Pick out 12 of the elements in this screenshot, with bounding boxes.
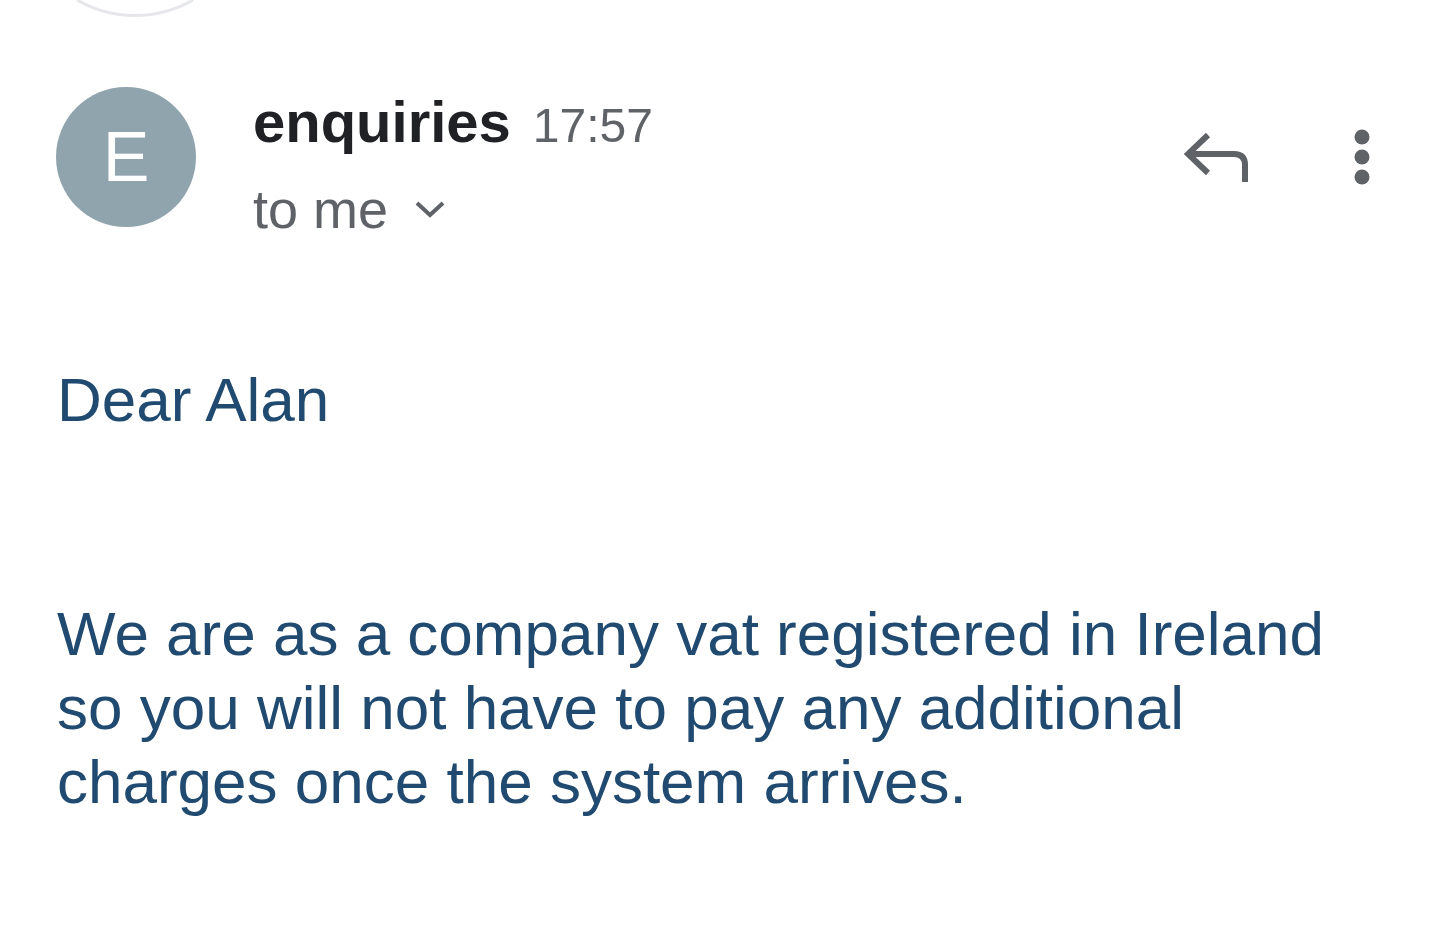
more-options-button[interactable] — [1354, 129, 1370, 185]
reply-button[interactable] — [1184, 132, 1248, 182]
greeting-text: Dear Alan — [57, 364, 331, 436]
avatar: E — [56, 87, 196, 227]
reply-icon — [1184, 132, 1248, 182]
sender-name: enquiries — [253, 88, 511, 156]
more-vertical-icon — [1354, 129, 1370, 185]
recipient-toggle[interactable]: to me — [253, 179, 653, 239]
chevron-down-icon — [414, 199, 447, 219]
message-paragraph: We are as a company vat registered in Ireland so you will not have to pay any additional charges once the system arrives. — [57, 598, 1326, 818]
ring-icon — [75, 0, 195, 18]
message-time: 17:57 — [532, 98, 653, 154]
